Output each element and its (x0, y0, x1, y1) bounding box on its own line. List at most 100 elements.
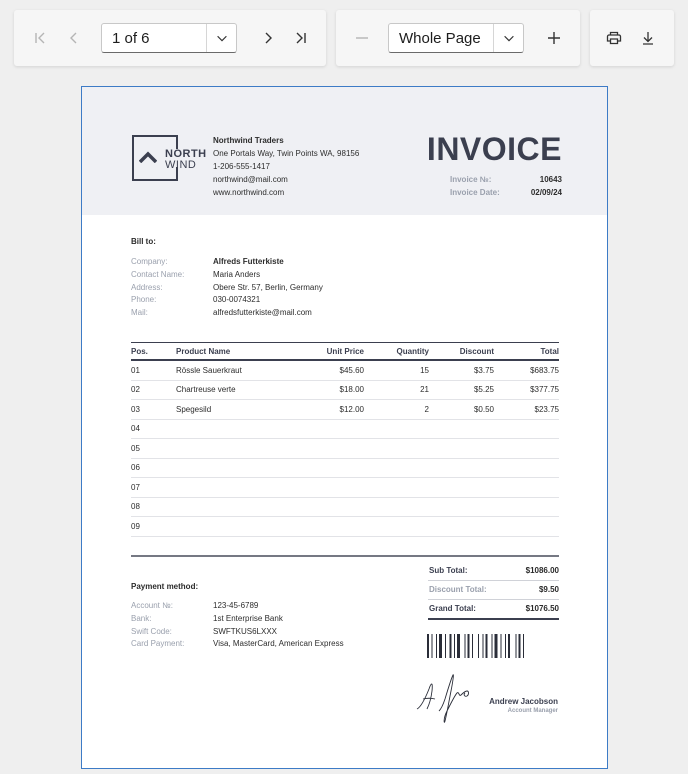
payment-info: Account №: 123-45-6789 Bank: 1st Enterpris… (131, 600, 344, 651)
chevron-down-icon (216, 35, 227, 42)
company-logo: NORTH WIND (132, 135, 208, 185)
cell-unit-price: $45.60 (339, 365, 364, 375)
grand-total-value: $1076.50 (525, 604, 559, 614)
barcode-bar (439, 634, 442, 658)
logo-text-wind: WIND (165, 159, 197, 171)
cell-pos: 09 (131, 521, 140, 531)
company-email: northwind@mail.com (213, 175, 288, 184)
barcode-bar (449, 634, 452, 658)
invoice-meta: Invoice №: 10643 Invoice Date: 02/09/24 (432, 173, 562, 199)
bill-to-label: Bill to: (131, 237, 156, 246)
invoice-number-label: Invoice №: (450, 175, 492, 184)
table-bottom-rule (131, 555, 559, 557)
page-selector-dropdown[interactable] (206, 24, 236, 52)
payment-field-label: Account №: (131, 601, 173, 610)
barcode-bar (482, 634, 484, 658)
cell-pos: 03 (131, 404, 140, 414)
company-name: Northwind Traders (213, 136, 284, 145)
company-website: www.northwind.com (213, 188, 285, 197)
customer-field-label: Contact Name: (131, 269, 185, 279)
cell-total: $377.75 (530, 385, 559, 395)
customer-field-label: Phone: (131, 295, 157, 305)
cell-quantity: 2 (424, 404, 429, 414)
payment-method-label: Payment method: (131, 582, 199, 591)
customer-field-label: Mail: (131, 308, 148, 318)
download-icon (643, 32, 653, 45)
zoom-selector[interactable]: Whole Page (388, 23, 524, 53)
cell-pos: 05 (131, 443, 140, 453)
subtotal-label: Sub Total: (429, 565, 468, 575)
previous-page-button[interactable] (60, 24, 88, 52)
company-phone: 1-206-555-1417 (213, 162, 270, 171)
signer-block: Andrew Jacobson Account Manager (489, 697, 558, 714)
table-row: 04 (131, 420, 559, 439)
customer-field-value: Obere Str. 57, Berlin, Germany (213, 282, 323, 292)
next-page-icon (265, 32, 272, 44)
cell-pos: 01 (131, 365, 140, 375)
table-row: 03 Spegesild $12.00 2 $0.50 $23.75 (131, 400, 559, 420)
cell-product: Spegesild (176, 404, 212, 414)
next-page-button[interactable] (254, 24, 282, 52)
first-page-icon (35, 32, 45, 44)
barcode-bar (445, 634, 446, 658)
print-button[interactable] (600, 24, 628, 52)
previous-page-icon (70, 32, 77, 44)
cell-quantity: 21 (420, 385, 429, 395)
barcode-bar (427, 634, 429, 658)
column-header: Quantity (396, 346, 429, 356)
barcode-bar (491, 634, 493, 658)
zoom-selector-dropdown[interactable] (493, 24, 523, 52)
actions-toolbar (590, 10, 674, 66)
barcode (427, 634, 524, 658)
signature (416, 674, 469, 723)
grand-total-label: Grand Total: (429, 604, 476, 614)
zoom-in-button[interactable] (540, 24, 568, 52)
barcode-bar (436, 634, 437, 658)
last-page-icon (296, 32, 306, 44)
table-row: 05 (131, 439, 559, 459)
table-row: 01 Rössle Sauerkraut $45.60 15 $3.75 $68… (131, 361, 559, 381)
column-header: Product Name (176, 346, 231, 356)
table-row: 09 (131, 517, 559, 537)
print-icon (606, 31, 622, 45)
cell-discount: $3.75 (473, 365, 494, 375)
zoom-selector-value: Whole Page (399, 29, 481, 47)
payment-field-value: 1st Enterprise Bank (213, 613, 283, 623)
cell-pos: 06 (131, 463, 140, 473)
customer-field-label: Address: (131, 282, 163, 292)
cell-product: Chartreuse verte (176, 385, 236, 395)
column-header: Discount (459, 346, 494, 356)
cell-pos: 04 (131, 424, 140, 434)
table-row: 02 Chartreuse verte $18.00 21 $5.25 $377… (131, 381, 559, 400)
page-navigation-toolbar: 1 of 6 (14, 10, 326, 66)
barcode-bar (505, 634, 506, 658)
zoom-out-button[interactable] (348, 24, 376, 52)
last-page-button[interactable] (287, 24, 315, 52)
barcode-bar (464, 634, 466, 658)
company-info: Northwind Traders One Portals Way, Twin … (213, 134, 359, 199)
barcode-bar (467, 634, 470, 658)
page-selector-value: 1 of 6 (112, 29, 150, 47)
page-selector[interactable]: 1 of 6 (101, 23, 237, 53)
customer-field-value: Maria Anders (213, 269, 261, 279)
first-page-button[interactable] (26, 24, 54, 52)
discount-total-value: $9.50 (538, 585, 559, 595)
payment-field-label: Bank: (131, 613, 152, 623)
signer-name: Andrew Jacobson (489, 697, 558, 706)
column-header: Pos. (131, 346, 148, 356)
barcode-bar (500, 634, 502, 658)
barcode-bar (478, 634, 479, 658)
subtotal-value: $1086.00 (525, 565, 559, 575)
download-button[interactable] (634, 24, 662, 52)
cell-total: $23.75 (534, 404, 559, 414)
table-row: 07 (131, 478, 559, 498)
document-page: NORTH WIND Northwind Traders One Portals… (81, 86, 608, 769)
table-row: 06 (131, 459, 559, 478)
zoom-out-icon (356, 37, 368, 39)
barcode-bar (523, 634, 524, 658)
invoice-date-label: Invoice Date: (450, 188, 500, 197)
cell-pos: 07 (131, 482, 140, 492)
payment-field-label: Card Payment: (131, 639, 185, 649)
discount-total-label: Discount Total: (429, 585, 487, 595)
table-row: 08 (131, 498, 559, 517)
